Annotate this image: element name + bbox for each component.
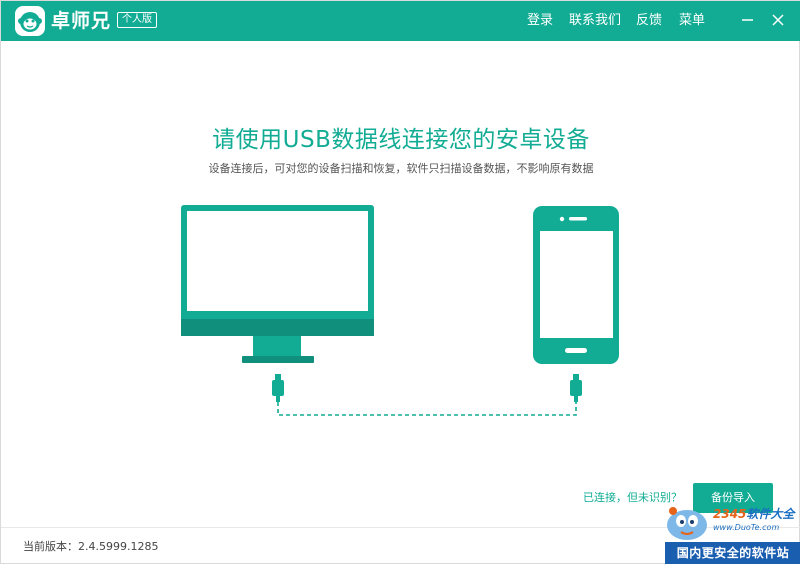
usb-cable bbox=[277, 402, 577, 416]
mascot-icon bbox=[667, 507, 707, 540]
usb-plug-icon bbox=[272, 374, 284, 402]
connection-illustration bbox=[181, 205, 619, 416]
watermark-brand-digits: 2345 bbox=[713, 507, 747, 521]
monitor-icon bbox=[181, 205, 374, 363]
phone-icon bbox=[533, 206, 619, 364]
app-window: 卓师兄 个人版 登录 联系我们 反馈 菜单 请使用USB数据线连接您的安卓设备 … bbox=[0, 0, 800, 564]
usb-plug-icon bbox=[570, 374, 582, 402]
watermark-url: www.DuoTe.com bbox=[713, 523, 780, 532]
version-text: 当前版本：2.4.5999.1285 bbox=[23, 540, 159, 553]
watermark-brand: 2345软件大全 bbox=[713, 506, 794, 522]
watermark-slogan: 国内更安全的软件站 bbox=[665, 542, 800, 564]
watermark-brand-text: 软件大全 bbox=[746, 507, 795, 521]
